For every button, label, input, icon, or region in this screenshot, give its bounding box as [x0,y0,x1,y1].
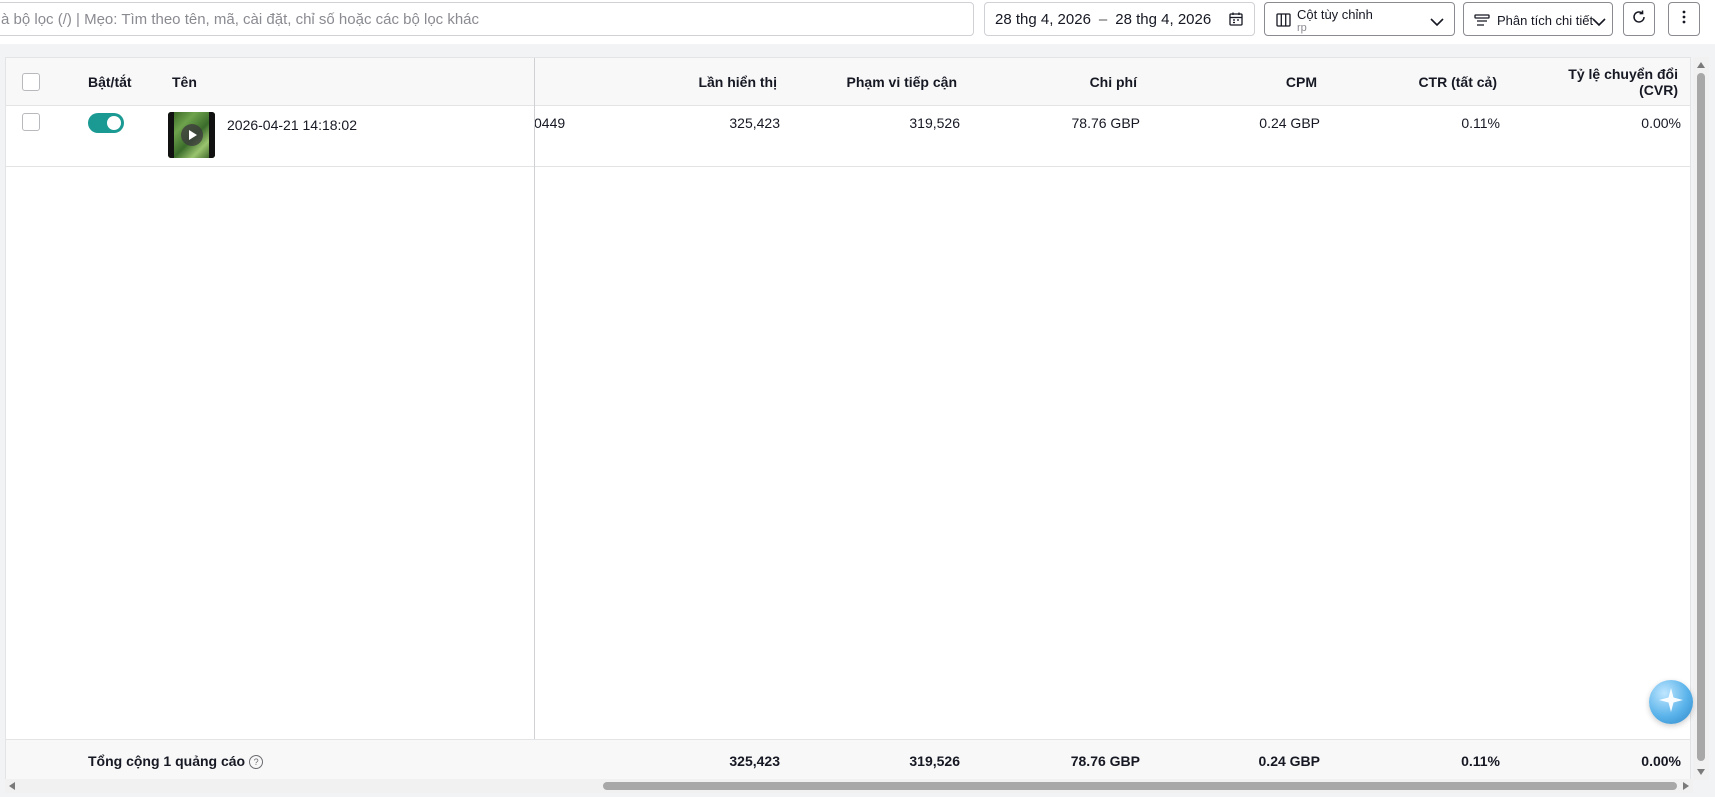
sticky-column-divider [534,58,535,779]
header-name[interactable]: Tên [172,74,197,90]
date-separator: – [1098,10,1108,28]
header-cvr-line2: (CVR) [1639,82,1678,98]
date-start: 28 thg 4, 2026 [995,10,1091,28]
header-cvr[interactable]: Tỷ lệ chuyển đổi (CVR) [1507,66,1678,98]
breakdown-icon [1474,14,1490,32]
refresh-button[interactable] [1623,2,1655,36]
ai-assistant-button[interactable] [1649,680,1693,724]
breakdown-button[interactable]: Phân tích chi tiết [1463,2,1613,36]
select-all-checkbox[interactable] [22,73,40,91]
breakdown-label: Phân tích chi tiết [1497,13,1594,28]
table-row[interactable]: 2026-04-21 14:18:02 0449 325,423 319,526… [6,106,1690,167]
header-cpm[interactable]: CPM [1147,74,1317,90]
columns-icon [1276,13,1291,32]
ad-id-fragment: 0449 [534,115,566,131]
cell-cpm: 0.24 GBP [1259,115,1320,131]
footer-total-label: Tổng cộng 1 quảng cáo? [88,753,264,770]
scroll-up-icon[interactable] [1697,62,1705,68]
footer-cvr: 0.00% [1641,753,1681,769]
date-range-picker[interactable]: 28 thg 4, 2026 – 28 thg 4, 2026 [984,2,1255,36]
refresh-icon [1631,9,1647,30]
header-ctr[interactable]: CTR (tất cả) [1327,74,1497,90]
toggle-knob [107,116,121,130]
vertical-scroll-thumb[interactable] [1697,73,1705,761]
header-reach[interactable]: Phạm vi tiếp cận [787,74,957,90]
more-vertical-icon [1682,10,1686,29]
ad-name[interactable]: 2026-04-21 14:18:02 [227,117,357,133]
cell-ctr: 0.11% [1461,115,1500,131]
custom-columns-label: Cột tùy chỉnh [1297,7,1373,22]
play-icon [181,124,203,146]
sparkle-icon [1658,687,1684,718]
horizontal-scrollbar[interactable] [5,779,1693,793]
vertical-scrollbar[interactable] [1693,57,1709,780]
calendar-icon [1228,11,1244,31]
cell-cvr: 0.00% [1641,115,1681,131]
footer-impressions: 325,423 [729,753,780,769]
footer-cpm: 0.24 GBP [1258,753,1320,769]
cell-cost: 78.76 GBP [1071,115,1141,131]
custom-columns-sublabel: rp [1297,22,1307,34]
search-box [0,2,974,36]
table-header: Bật/tắt Tên Lần hiển thị Phạm vi tiếp cậ… [6,58,1690,106]
scroll-right-icon[interactable] [1683,782,1689,790]
cell-reach: 319,526 [909,115,960,131]
footer-reach: 319,526 [909,753,960,769]
ads-table: Bật/tắt Tên Lần hiển thị Phạm vi tiếp cậ… [5,57,1691,780]
footer-total-text: Tổng cộng 1 quảng cáo [88,753,246,769]
cell-impressions: 325,423 [729,115,780,131]
horizontal-scroll-thumb[interactable] [603,782,1677,790]
custom-columns-button[interactable]: Cột tùy chỉnh rp [1264,2,1455,36]
search-input[interactable] [0,3,973,35]
header-impressions[interactable]: Lần hiển thị [606,74,777,90]
footer-ctr: 0.11% [1461,753,1500,769]
row-checkbox[interactable] [22,113,40,131]
date-end: 28 thg 4, 2026 [1115,10,1212,28]
ad-toggle-switch[interactable] [88,113,124,133]
toolbar: 28 thg 4, 2026 – 28 thg 4, 2026 Cột tùy … [0,0,1715,44]
more-options-button[interactable] [1668,2,1700,36]
video-thumbnail[interactable] [168,112,215,158]
scroll-left-icon[interactable] [9,782,15,790]
table-footer: Tổng cộng 1 quảng cáo? 325,423 319,526 7… [6,739,1690,779]
header-cvr-line1: Tỷ lệ chuyển đổi [1568,66,1678,82]
chevron-down-icon [1430,14,1444,32]
footer-cost: 78.76 GBP [1070,753,1140,769]
scroll-down-icon[interactable] [1697,769,1705,775]
header-cost[interactable]: Chi phí [967,74,1137,90]
header-toggle[interactable]: Bật/tắt [88,74,132,90]
help-circle-icon[interactable]: ? [249,755,264,770]
chevron-down-icon [1592,14,1606,32]
